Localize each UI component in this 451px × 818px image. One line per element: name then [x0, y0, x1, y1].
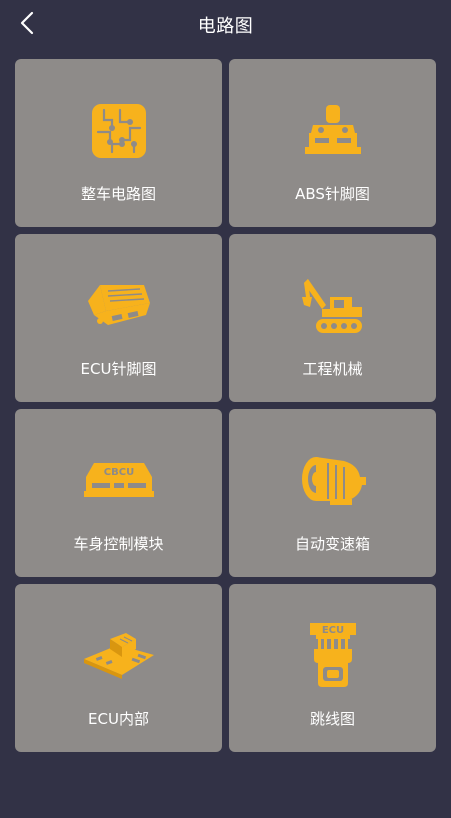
ecu-module-icon — [79, 266, 159, 346]
card-body-control-module[interactable]: CBCU 车身控制模块 — [15, 409, 222, 577]
ecu-jumper-icon: ECU — [293, 616, 373, 696]
svg-text:ECU: ECU — [321, 625, 343, 636]
top-bar: 电路图 — [0, 0, 451, 52]
card-label: 跳线图 — [309, 710, 355, 728]
card-label: 整车电路图 — [80, 185, 156, 203]
card-label: 车身控制模块 — [73, 535, 164, 553]
abs-pump-icon — [293, 91, 373, 171]
app-screen: 电路图 整车电路图 ABS针脚图 ECU针脚图 工程机械 CBCU 车身控制模块… — [0, 0, 451, 818]
page-title: 电路图 — [197, 16, 254, 37]
card-vehicle-wiring[interactable]: 整车电路图 — [15, 59, 222, 227]
card-label: ECU内部 — [88, 710, 149, 728]
cbcu-module-icon: CBCU — [79, 441, 159, 521]
card-label: 自动变速箱 — [294, 535, 370, 553]
category-grid: 整车电路图 ABS针脚图 ECU针脚图 工程机械 CBCU 车身控制模块 自动变… — [15, 59, 436, 752]
card-construction-machinery[interactable]: 工程机械 — [229, 234, 436, 402]
card-automatic-transmission[interactable]: 自动变速箱 — [229, 409, 436, 577]
ecu-internal-board-icon — [79, 616, 159, 696]
circuit-board-icon — [79, 91, 159, 171]
card-jumper-diagram[interactable]: ECU 跳线图 — [229, 584, 436, 752]
card-label: ECU针脚图 — [80, 360, 157, 378]
card-ecu-pinout[interactable]: ECU针脚图 — [15, 234, 222, 402]
card-ecu-internal[interactable]: ECU内部 — [15, 584, 222, 752]
card-abs-pinout[interactable]: ABS针脚图 — [229, 59, 436, 227]
svg-text:CBCU: CBCU — [103, 467, 133, 478]
excavator-icon — [293, 266, 373, 346]
card-label: ABS针脚图 — [295, 185, 370, 203]
transmission-icon — [293, 441, 373, 521]
card-label: 工程机械 — [302, 360, 363, 378]
